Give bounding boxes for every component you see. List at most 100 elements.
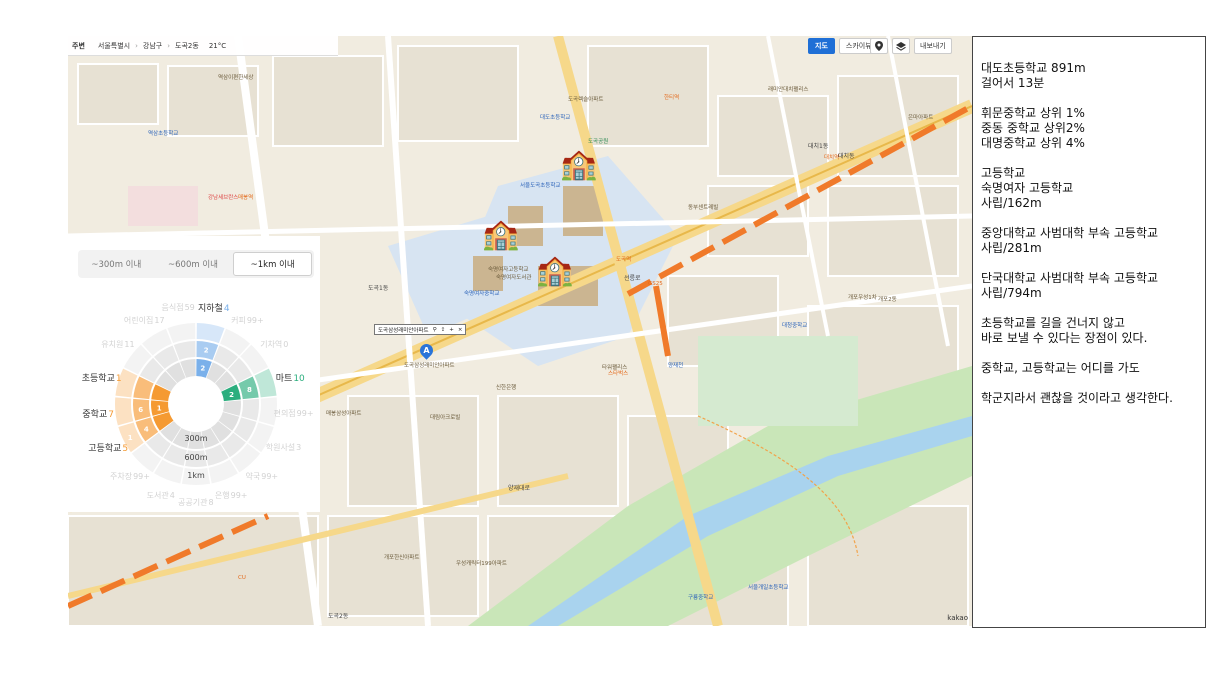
donut-segment-중학교[interactable] xyxy=(115,397,134,426)
donut-category-label[interactable]: 초등학교1 xyxy=(82,371,122,384)
map-label[interactable]: 양재대로 xyxy=(508,486,530,492)
donut-category-label[interactable]: 약국99+ xyxy=(246,471,279,482)
map-label[interactable]: 개포2동 xyxy=(878,297,897,304)
category-name: 어린이집 xyxy=(123,316,154,326)
map-label[interactable]: 은마아파트 xyxy=(908,115,933,122)
map-label[interactable]: 서울도곡초등학교 xyxy=(520,183,560,190)
donut-category-label[interactable]: 편의점99+ xyxy=(274,408,314,419)
donut-category-label[interactable]: 도서관4 xyxy=(147,490,175,501)
map-label[interactable]: 우성캐릭터199아파트 xyxy=(456,561,507,568)
category-count: 59 xyxy=(184,303,195,313)
map-label[interactable]: 서울개일초등학교 xyxy=(748,585,788,592)
tab-1km[interactable]: ~1km 이내 xyxy=(233,252,313,276)
location-marker-a[interactable]: A xyxy=(417,341,436,360)
map-label[interactable]: 선릉로 xyxy=(624,276,641,282)
category-name: 도서관 xyxy=(146,490,169,500)
map-label[interactable]: 대청중학교 xyxy=(782,323,807,330)
category-name: 학원사설 xyxy=(265,443,296,453)
map-label[interactable]: 대치역 xyxy=(824,155,839,162)
map-label[interactable]: 대치1동 xyxy=(808,144,828,150)
school-icon[interactable]: 🏫 xyxy=(482,220,519,250)
map-label[interactable]: 도곡2동 xyxy=(328,614,348,620)
map-label[interactable]: 동부센트레빌 xyxy=(688,205,718,212)
map-label[interactable]: 도곡삼성래미안아파트 xyxy=(404,363,455,370)
map-label[interactable]: 래미안대치팰리스 xyxy=(768,87,808,94)
donut-category-label[interactable]: 고등학교5 xyxy=(88,441,128,454)
ring-distance-label: 1km xyxy=(187,471,205,480)
map-label[interactable]: 숙명여자고등학교 xyxy=(488,267,528,274)
radius-tabs: ~300m 이내 ~600m 이내 ~1km 이내 xyxy=(78,250,314,278)
category-name: 은행 xyxy=(214,490,230,500)
map-label[interactable]: 숙명여자도서관 xyxy=(496,275,531,282)
category-count: 10 xyxy=(293,373,305,384)
layers-icon[interactable] xyxy=(892,38,910,54)
donut-category-label[interactable]: 마트10 xyxy=(276,371,305,384)
tab-300m[interactable]: ~300m 이내 xyxy=(78,250,155,278)
breadcrumb: 주변 서울특별시 › 강남구 › 도곡2동 21°C xyxy=(68,36,338,56)
map-label[interactable]: 구룡중학교 xyxy=(688,595,713,602)
map-label[interactable]: 대치동 xyxy=(838,154,855,160)
donut-category-label[interactable]: 공공기관8 xyxy=(178,497,214,508)
wedge-count: 1 xyxy=(128,434,133,442)
breadcrumb-city[interactable]: 서울특별시 xyxy=(93,41,135,51)
map-label[interactable]: 신한은행 xyxy=(496,385,516,392)
map-label[interactable]: 도곡공원 xyxy=(588,139,608,146)
donut-category-label[interactable]: 음식점59 xyxy=(161,302,194,313)
map-label[interactable]: 스타벅스 xyxy=(608,371,628,378)
map-label[interactable]: 도곡역 xyxy=(616,257,631,264)
category-count: 11 xyxy=(124,340,135,350)
map-label[interactable]: 대림아크로빌 xyxy=(430,415,460,422)
map-label[interactable]: CU xyxy=(238,575,246,582)
donut-category-label[interactable]: 어린이집17 xyxy=(124,315,165,326)
note-dankook-high: 단국대학교 사범대학 부속 고등학교 사립/794m xyxy=(981,271,1159,300)
donut-segment-편의점[interactable] xyxy=(241,398,259,421)
map-label[interactable]: 개포우성1차 xyxy=(848,295,877,302)
donut-category-label[interactable]: 학원사설3 xyxy=(266,442,302,453)
donut-category-label[interactable]: 커피99+ xyxy=(231,315,264,326)
tab-600m[interactable]: ~600m 이내 xyxy=(155,250,232,278)
map-label[interactable]: 도곡렉슬아파트 xyxy=(568,97,603,104)
map-label[interactable]: 개포한신아파트 xyxy=(384,555,419,562)
add-icon[interactable]: + xyxy=(449,327,454,333)
school-icon[interactable]: 🏫 xyxy=(536,256,573,286)
place-popup-label: 도곡삼성래미안아파트 xyxy=(378,327,429,334)
donut-segment-지하철[interactable] xyxy=(196,323,225,344)
place-popup[interactable]: 도곡삼성래미안아파트 ⚲ ⇪ + × xyxy=(374,324,467,335)
map-label[interactable]: 매봉역 xyxy=(238,195,253,202)
close-icon[interactable]: × xyxy=(458,327,463,333)
share-icon[interactable]: ⇪ xyxy=(441,327,446,333)
donut-category-label[interactable]: 은행99+ xyxy=(215,490,248,501)
donut-category-label[interactable]: 기차역0 xyxy=(260,339,288,350)
donut-category-label[interactable]: 중학교7 xyxy=(82,407,114,420)
note-chungang-high: 중앙대학교 사범대학 부속 고등학교 사립/281m xyxy=(981,226,1159,255)
donut-category-label[interactable]: 유치원11 xyxy=(101,339,134,350)
map-view-button[interactable]: 지도 xyxy=(808,38,835,54)
map-label[interactable]: 역삼이편한세상 xyxy=(218,75,253,82)
donut-category-label[interactable]: 지하철4 xyxy=(198,301,230,314)
donut-category-label[interactable]: 주차장99+ xyxy=(110,471,150,482)
pin-icon[interactable]: ⚲ xyxy=(433,327,437,333)
breadcrumb-dong[interactable]: 도곡2동 xyxy=(170,41,204,51)
breadcrumb-district[interactable]: 강남구 xyxy=(138,41,167,51)
share-button[interactable]: 내보내기 xyxy=(914,38,952,54)
map-label[interactable]: 양재천 xyxy=(668,363,683,370)
note-elementary-merit: 초등학교를 길을 건너지 않고 바로 보낼 수 있다는 장점이 있다. xyxy=(981,316,1148,345)
map-label[interactable]: 숙명여자중학교 xyxy=(464,291,499,298)
map-label[interactable]: 역삼초등학교 xyxy=(148,131,178,138)
breadcrumb-home[interactable]: 주변 xyxy=(68,41,93,51)
notes-panel: 대도초등학교 891m 걸어서 13분 휘문중학교 상위 1% 중동 중학교 상… xyxy=(972,36,1206,628)
category-count: 5 xyxy=(122,444,129,455)
map-label[interactable]: 매봉삼성아파트 xyxy=(326,411,361,418)
radius-donut-chart[interactable]: 300m 600m 1km 2 2 2 8 1 6 4 1 xyxy=(68,296,320,512)
map-label[interactable]: 대도초등학교 xyxy=(540,115,570,122)
note-elementary: 대도초등학교 891m 걸어서 13분 xyxy=(981,61,1086,90)
map-label[interactable]: GS25 xyxy=(648,281,663,288)
school-icon[interactable]: 🏫 xyxy=(560,150,597,180)
map-label[interactable]: 도곡1동 xyxy=(368,286,388,292)
category-name: 유치원 xyxy=(101,340,124,350)
donut-segment-음식점[interactable] xyxy=(167,323,196,344)
pin-icon[interactable] xyxy=(870,38,888,54)
map-label[interactable]: 강남세브란스 xyxy=(208,195,238,202)
map-label[interactable]: 한티역 xyxy=(664,95,679,102)
category-count: 99+ xyxy=(133,471,150,481)
